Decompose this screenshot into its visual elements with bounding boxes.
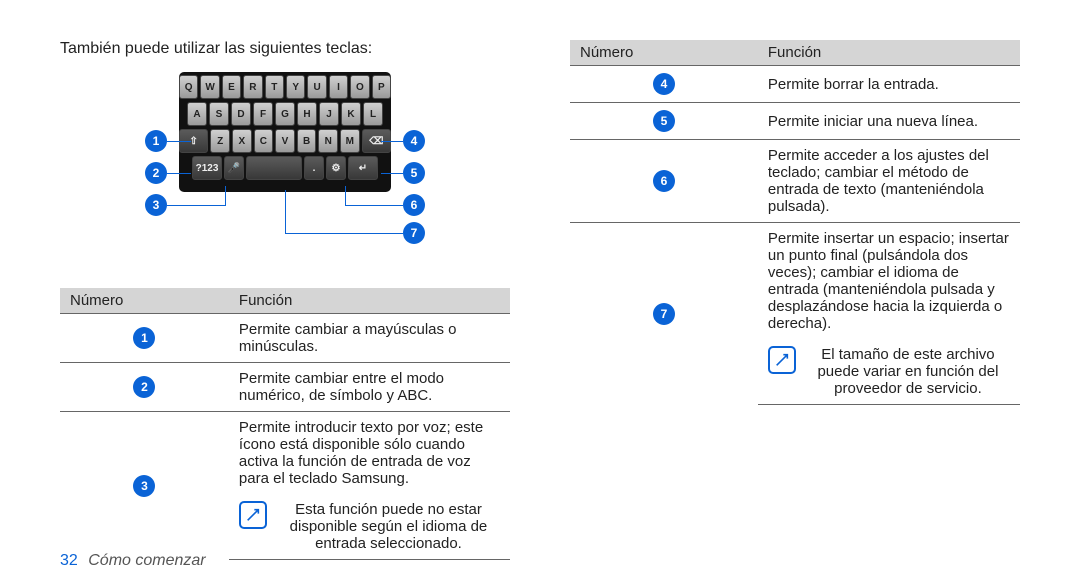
marker-4: 4 xyxy=(403,130,425,152)
table-row: 6 Permite acceder a los ajustes del tecl… xyxy=(570,140,1020,223)
keyboard-key: E xyxy=(222,75,241,99)
keyboard-key: V xyxy=(275,129,295,153)
keyboard-key: H xyxy=(297,102,317,126)
keyboard-key: Q xyxy=(179,75,198,99)
table-row: 7 Permite insertar un espacio; insertar … xyxy=(570,223,1020,340)
row-text: Permite borrar la entrada. xyxy=(758,66,1020,103)
th-numero: Número xyxy=(570,40,758,66)
keyboard-key xyxy=(246,156,302,180)
note-icon xyxy=(239,501,267,529)
marker-3: 3 xyxy=(145,194,167,216)
row-badge: 3 xyxy=(133,475,155,497)
row-text: Permite cambiar entre el modo numérico, … xyxy=(229,363,510,412)
keyboard-key: . xyxy=(304,156,324,180)
keyboard-key: Z xyxy=(210,129,230,153)
marker-5: 5 xyxy=(403,162,425,184)
keyboard-key: B xyxy=(297,129,317,153)
table-row: 2 Permite cambiar entre el modo numérico… xyxy=(60,363,510,412)
keyboard-key: D xyxy=(231,102,251,126)
row-badge: 7 xyxy=(653,303,675,325)
th-funcion: Función xyxy=(229,288,510,314)
note-text: El tamaño de este archivo puede variar e… xyxy=(806,346,1010,397)
keyboard-key: C xyxy=(254,129,274,153)
row-badge: 5 xyxy=(653,110,675,132)
keyboard-key: I xyxy=(329,75,348,99)
keyboard-key: R xyxy=(243,75,262,99)
keyboard-key: ↵ xyxy=(348,156,378,180)
row-badge: 6 xyxy=(653,170,675,192)
th-funcion: Función xyxy=(758,40,1020,66)
left-table: Número Función 1 Permite cambiar a mayús… xyxy=(60,288,510,560)
row-badge: 4 xyxy=(653,73,675,95)
keyboard-key: ?123 xyxy=(192,156,222,180)
keyboard-key: K xyxy=(341,102,361,126)
keyboard-key: M xyxy=(340,129,360,153)
row-text: Permite cambiar a mayúsculas o minúscula… xyxy=(229,314,510,363)
keyboard-key: Y xyxy=(286,75,305,99)
row-text: Permite introducir texto por voz; este í… xyxy=(229,412,510,495)
row-text: Permite acceder a los ajustes del teclad… xyxy=(758,140,1020,223)
th-numero: Número xyxy=(60,288,229,314)
keyboard-key: L xyxy=(363,102,383,126)
marker-7: 7 xyxy=(403,222,425,244)
keyboard-key: S xyxy=(209,102,229,126)
note-icon xyxy=(768,346,796,374)
marker-2: 2 xyxy=(145,162,167,184)
marker-1: 1 xyxy=(145,130,167,152)
keyboard-key: W xyxy=(200,75,219,99)
note-text: Esta función puede no estar disponible s… xyxy=(277,501,500,552)
marker-6: 6 xyxy=(403,194,425,216)
keyboard-body: QWERTYUIOP ASDFGHJKL ⇧ZXCVBNM⌫ ?123🎤.⚙↵ xyxy=(179,72,391,192)
page-footer: 32 Cómo comenzar xyxy=(60,552,206,570)
keyboard-figure: QWERTYUIOP ASDFGHJKL ⇧ZXCVBNM⌫ ?123🎤.⚙↵ … xyxy=(135,72,435,268)
row-text: Permite iniciar una nueva línea. xyxy=(758,103,1020,140)
table-row: 5 Permite iniciar una nueva línea. xyxy=(570,103,1020,140)
keyboard-key: 🎤 xyxy=(224,156,244,180)
intro-text: También puede utilizar las siguientes te… xyxy=(60,40,510,58)
keyboard-key: P xyxy=(372,75,391,99)
page-number: 32 xyxy=(60,552,78,569)
row-badge: 1 xyxy=(133,327,155,349)
keyboard-key: U xyxy=(307,75,326,99)
table-row: 1 Permite cambiar a mayúsculas o minúscu… xyxy=(60,314,510,363)
table-row: 4 Permite borrar la entrada. xyxy=(570,66,1020,103)
keyboard-key: T xyxy=(265,75,284,99)
row-text: Permite insertar un espacio; insertar un… xyxy=(758,223,1020,340)
keyboard-key: ⚙ xyxy=(326,156,346,180)
right-table: Número Función 4 Permite borrar la entra… xyxy=(570,40,1020,405)
keyboard-key: G xyxy=(275,102,295,126)
keyboard-key: J xyxy=(319,102,339,126)
keyboard-key: A xyxy=(187,102,207,126)
chapter-name: Cómo comenzar xyxy=(88,552,205,569)
keyboard-key: F xyxy=(253,102,273,126)
keyboard-key: O xyxy=(350,75,369,99)
row-badge: 2 xyxy=(133,376,155,398)
keyboard-key: N xyxy=(318,129,338,153)
keyboard-key: X xyxy=(232,129,252,153)
table-row: 3 Permite introducir texto por voz; este… xyxy=(60,412,510,495)
